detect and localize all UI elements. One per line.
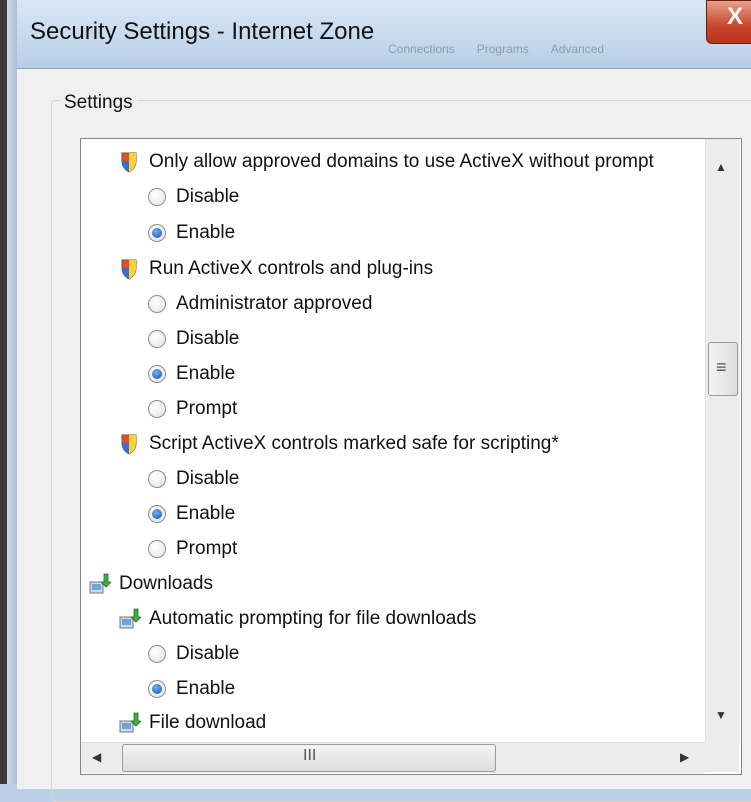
- scroll-left-arrow-icon[interactable]: ◀: [92, 750, 101, 764]
- option-label: Prompt: [176, 398, 238, 419]
- option-label: Disable: [176, 468, 240, 489]
- option-label: Disable: [176, 186, 240, 207]
- vertical-scrollbar[interactable]: [705, 139, 740, 743]
- radio-button[interactable]: [148, 540, 166, 558]
- setting-file-download: File download: [119, 706, 266, 740]
- grip-icon: III: [303, 747, 317, 764]
- shield-icon: [121, 259, 137, 280]
- setting-label: Only allow approved domains to use Activ…: [149, 151, 654, 172]
- settings-group-label: Settings: [60, 92, 137, 114]
- scrollbar-corner: [705, 742, 739, 772]
- radio-option[interactable]: Enable: [148, 672, 235, 706]
- scroll-up-arrow-icon[interactable]: ▲: [715, 160, 727, 174]
- option-label: Enable: [176, 222, 236, 243]
- horizontal-scroll-thumb[interactable]: III: [122, 744, 496, 772]
- option-label: Enable: [176, 363, 236, 384]
- vertical-scroll-thumb[interactable]: ≡: [708, 342, 738, 396]
- option-label: Administrator approved: [176, 293, 373, 314]
- radio-option[interactable]: Disable: [148, 322, 239, 356]
- radio-option[interactable]: Prompt: [148, 392, 237, 426]
- radio-option[interactable]: Enable: [148, 357, 235, 391]
- radio-option[interactable]: Enable: [148, 216, 235, 250]
- category-downloads: Downloads: [89, 567, 213, 601]
- window-frame-left: [0, 0, 7, 784]
- setting-approved-domains: Only allow approved domains to use Activ…: [119, 145, 654, 179]
- radio-button[interactable]: [148, 295, 166, 313]
- option-label: Disable: [176, 643, 240, 664]
- close-icon: X: [727, 3, 744, 30]
- radio-button[interactable]: [148, 400, 166, 418]
- option-label: Disable: [176, 328, 240, 349]
- window-frame-border: [7, 0, 17, 784]
- radio-button[interactable]: [148, 188, 166, 206]
- window-title: Security Settings - Internet Zone: [30, 18, 375, 45]
- background-dialog-tabs: Connections Programs Advanced: [380, 34, 751, 64]
- setting-label: Run ActiveX controls and plug-ins: [149, 258, 434, 279]
- bg-tab: Advanced: [550, 42, 605, 56]
- close-button[interactable]: X: [706, 0, 751, 44]
- radio-button-selected[interactable]: [148, 224, 166, 242]
- radio-option[interactable]: Enable: [148, 497, 235, 531]
- setting-auto-prompting: Automatic prompting for file downloads: [119, 602, 476, 636]
- radio-option[interactable]: Administrator approved: [148, 287, 372, 321]
- download-icon: [89, 573, 111, 594]
- setting-label: Automatic prompting for file downloads: [149, 608, 477, 629]
- scroll-down-arrow-icon[interactable]: ▼: [715, 708, 727, 722]
- radio-button[interactable]: [148, 330, 166, 348]
- radio-button-selected[interactable]: [148, 505, 166, 523]
- grip-icon: ≡: [716, 357, 727, 377]
- shield-icon: [121, 434, 137, 455]
- settings-tree[interactable]: Only allow approved domains to use Activ…: [80, 138, 742, 775]
- bg-tab: Programs: [476, 42, 529, 56]
- setting-label: File download: [149, 712, 267, 733]
- scroll-right-arrow-icon[interactable]: ▶: [680, 750, 689, 764]
- category-label: Downloads: [119, 573, 213, 594]
- radio-option[interactable]: Disable: [148, 180, 239, 214]
- radio-option[interactable]: Disable: [148, 462, 239, 496]
- radio-button[interactable]: [148, 470, 166, 488]
- radio-button[interactable]: [148, 645, 166, 663]
- option-label: Prompt: [176, 538, 238, 559]
- bg-tab: Connections: [388, 42, 455, 56]
- option-label: Enable: [176, 678, 236, 699]
- setting-script-activex: Script ActiveX controls marked safe for …: [119, 427, 559, 461]
- download-icon: [119, 608, 141, 629]
- radio-button-selected[interactable]: [148, 365, 166, 383]
- setting-run-activex: Run ActiveX controls and plug-ins: [119, 252, 433, 286]
- option-label: Enable: [176, 503, 236, 524]
- radio-button-selected[interactable]: [148, 680, 166, 698]
- radio-option[interactable]: Disable: [148, 637, 239, 671]
- shield-icon: [121, 152, 137, 173]
- setting-label: Script ActiveX controls marked safe for …: [149, 433, 559, 454]
- radio-option[interactable]: Prompt: [148, 532, 237, 566]
- download-icon: [119, 712, 141, 733]
